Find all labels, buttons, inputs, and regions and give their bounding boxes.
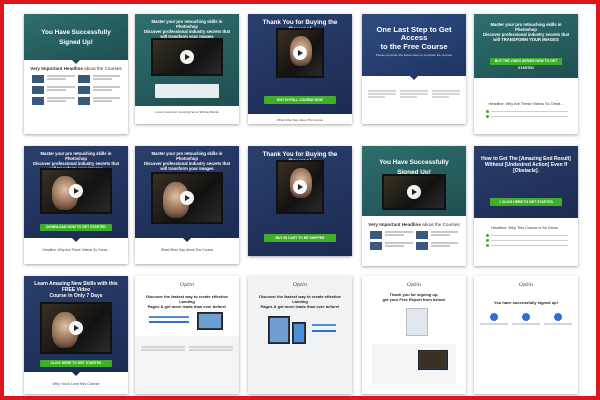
template-card-signed-up-simple[interactable]: Optin You have successfully signed up! <box>474 276 578 394</box>
template-title: Master your pro retouching skills in Pho… <box>482 22 570 42</box>
template-title: You Have Successfully Signed Up! <box>379 159 449 176</box>
template-card-free-report[interactable]: Optin Thank you for signing up, get your… <box>362 276 466 394</box>
cta-button[interactable]: > CLICK HERE TO GET STARTED <box>490 198 562 206</box>
template-hero: Thank You for Buying the Course! BUY IN … <box>248 14 352 114</box>
play-icon[interactable] <box>180 50 194 64</box>
template-title: One Last Step to Get Access to the Free … <box>376 25 452 51</box>
template-title: You have successfully signed up! <box>494 300 558 305</box>
template-hero: Optin You have successfully signed up! <box>474 276 578 394</box>
play-icon[interactable] <box>293 46 307 60</box>
template-hero: How to Get The [Amazing End Result] With… <box>474 146 578 218</box>
benefit-list <box>474 230 578 247</box>
play-icon[interactable] <box>180 191 194 205</box>
template-card-free-video-course[interactable]: Learn Amazing New Skills with this FREE … <box>24 276 128 394</box>
content-rows <box>24 71 128 105</box>
phone-mockup <box>292 322 306 344</box>
template-card-last-step[interactable]: One Last Step to Get Access to the Free … <box>362 14 466 124</box>
template-hero: You Have Successfully Signed Up! <box>24 14 128 60</box>
template-title: Master your pro retouching skills in Pho… <box>143 19 231 39</box>
template-hero: Master your pro retouching skills in Pho… <box>474 14 578 78</box>
template-title: Learn Amazing New Skills with this FREE … <box>34 281 118 299</box>
template-title: You Have Successfully Signed Up! <box>41 29 111 46</box>
template-hero: Optin Discover the fastest way to create… <box>248 276 352 394</box>
template-title: Master your pro retouching skills in Pho… <box>143 151 231 171</box>
logo: Optin <box>518 282 534 288</box>
template-hero: One Last Step to Get Access to the Free … <box>362 14 466 76</box>
template-card-landing-pages-a[interactable]: Optin Discover the fastest way to create… <box>135 276 239 394</box>
play-icon[interactable] <box>407 185 421 199</box>
hero-arrow-icon <box>410 76 418 80</box>
template-title: Discover the fastest way to create effec… <box>146 294 228 309</box>
hero-arrow-icon <box>72 238 80 242</box>
cta-button[interactable]: BUY IN FULL COURSE NOW <box>264 96 336 104</box>
hero-arrow-icon <box>183 238 191 242</box>
template-hero: Master your pro retouching skills in Pho… <box>135 146 239 238</box>
form-field <box>149 316 189 318</box>
template-card-signup-confirmation[interactable]: You Have Successfully Signed Up! Very Im… <box>24 14 128 134</box>
template-hero: Optin Thank you for signing up, get your… <box>362 276 466 394</box>
template-caption: Headline: Why Are These Videos So Great.… <box>488 102 564 106</box>
video-player[interactable] <box>151 38 223 76</box>
template-hero: Learn Amazing New Skills with this FREE … <box>24 276 128 372</box>
template-card-video-optin[interactable]: Master your pro retouching skills in Pho… <box>135 14 239 124</box>
template-caption: Lorem Instructor: Amazing Set of Writing… <box>155 110 219 114</box>
template-card-thank-you-shipped[interactable]: Thank You for Buying the Course! BUY IN … <box>248 146 352 256</box>
template-card-video-testimonials[interactable]: Master your pro retouching skills in Pho… <box>135 146 239 264</box>
gallery-frame: You Have Successfully Signed Up! Very Im… <box>0 0 600 400</box>
play-icon[interactable] <box>293 180 307 194</box>
template-card-signup-confirmation-2[interactable]: You Have Successfully Signed Up! Very Im… <box>362 146 466 266</box>
template-card-thank-you-course[interactable]: Thank You for Buying the Course! BUY IN … <box>248 14 352 124</box>
template-hero: Master your pro retouching skills in Pho… <box>135 14 239 106</box>
template-gallery: You Have Successfully Signed Up! Very Im… <box>14 14 594 394</box>
logo: Optin <box>292 282 308 288</box>
video-player[interactable] <box>276 28 324 78</box>
cta-button[interactable]: CLICK HERE TO GET STARTED <box>40 360 112 367</box>
template-title: Discover the fastest way to create effec… <box>259 294 341 309</box>
play-icon[interactable] <box>69 184 83 198</box>
video-thumb <box>418 350 448 370</box>
template-hero: Optin Discover the fastest way to create… <box>135 276 239 336</box>
form-button <box>312 330 336 332</box>
template-hero: Thank You for Buying the Course! BUY IN … <box>248 146 352 256</box>
template-card-landing-pages-b[interactable]: Optin Discover the fastest way to create… <box>248 276 352 394</box>
content-area <box>135 336 239 394</box>
template-card-result-headline[interactable]: How to Get The [Amazing End Result] With… <box>474 146 578 266</box>
template-card-video-download[interactable]: Master your pro retouching skills in Pho… <box>24 146 128 264</box>
tablet-mockup <box>268 316 290 344</box>
report-preview <box>372 344 456 384</box>
form-button <box>149 321 189 323</box>
benefit-list <box>474 106 578 118</box>
laptop-mockup <box>197 312 223 330</box>
template-hero: Master your pro retouching skills in Pho… <box>24 146 128 238</box>
template-title: Thank you for signing up, get your Free … <box>382 292 446 302</box>
template-caption: Headline: Why This Course is So Great... <box>491 226 561 230</box>
cta-button[interactable]: BUY THE VIDEO SERIES NOW TO GET STARTED <box>490 58 562 70</box>
template-caption: What Other Say About The Course <box>276 118 324 122</box>
optin-form <box>155 84 219 98</box>
report-cover <box>406 308 428 336</box>
video-player[interactable] <box>151 172 223 224</box>
hero-arrow-icon <box>72 372 80 376</box>
cta-button[interactable]: BUY IN CART TO BE SHIPPED <box>264 234 336 242</box>
video-player[interactable] <box>40 168 112 214</box>
template-title: How to Get The [Amazing End Result] With… <box>481 156 571 174</box>
template-hero: You Have Successfully Signed Up! <box>362 146 466 216</box>
hero-arrow-icon <box>72 60 80 64</box>
play-icon[interactable] <box>69 321 83 335</box>
video-player[interactable] <box>40 302 112 354</box>
template-body-headline: Very Important Headline about the Course… <box>368 222 460 227</box>
logo: Optin <box>179 282 195 288</box>
form-field <box>312 324 336 326</box>
logo: Optin <box>406 282 422 288</box>
step-columns <box>474 305 578 326</box>
template-subtitle: Please complete the below steps to compl… <box>375 53 453 58</box>
video-player[interactable] <box>382 174 446 210</box>
content-rows <box>362 227 466 250</box>
template-card-video-sales[interactable]: Master your pro retouching skills in Pho… <box>474 14 578 134</box>
cta-button[interactable]: DOWNLOAD NOW TO GET STARTED <box>40 224 112 231</box>
video-player[interactable] <box>276 160 324 214</box>
